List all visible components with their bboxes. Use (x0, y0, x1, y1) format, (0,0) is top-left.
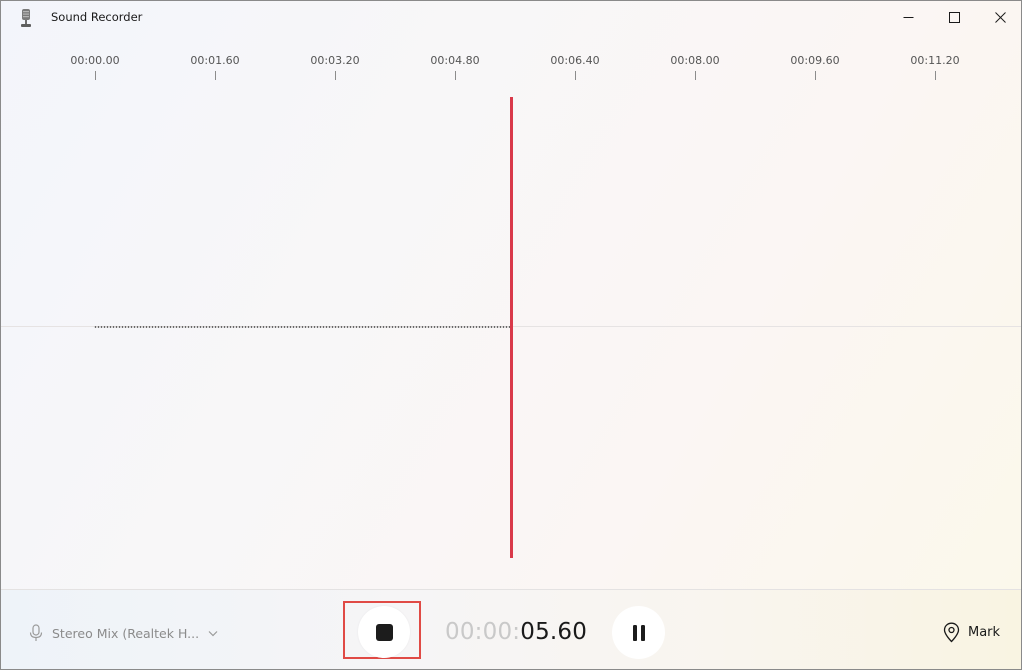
tick-label: 00:11.20 (910, 54, 960, 67)
close-button[interactable] (977, 1, 1021, 33)
recorder-controls-bar: Stereo Mix (Realtek H... 00:00:05.60 Mar… (1, 589, 1021, 669)
tick-label: 00:06.40 (550, 54, 600, 67)
timeline-ruler[interactable]: 00:00.00 00:01.60 00:03.20 00:04.80 00:0… (1, 51, 1021, 91)
stop-icon (375, 623, 393, 641)
tick-mark (694, 71, 696, 80)
maximize-icon (948, 11, 960, 23)
tick-mark (934, 71, 936, 80)
title-bar: Sound Recorder (1, 1, 1021, 35)
stop-recording-button[interactable] (358, 606, 410, 658)
timer-prefix: 00:00: (445, 619, 521, 645)
timeline-tick: 00:03.20 (295, 51, 375, 80)
tick-mark (334, 71, 336, 80)
timeline-tick: 00:01.60 (175, 51, 255, 80)
mark-label: Mark (968, 624, 1001, 640)
tick-label: 00:03.20 (310, 54, 360, 67)
sound-recorder-window: Sound Recorder 00:00.00 00:01.60 00:03.2… (0, 0, 1022, 670)
maximize-button[interactable] (931, 1, 977, 33)
timeline-tick: 00:06.40 (535, 51, 615, 80)
minimize-icon (903, 16, 913, 18)
chevron-down-icon (208, 630, 218, 636)
playhead[interactable] (510, 97, 513, 558)
timeline-tick: 00:09.60 (775, 51, 855, 80)
tick-mark (94, 71, 96, 80)
close-icon (994, 11, 1006, 23)
waveform-trace (94, 326, 512, 328)
timeline-tick: 00:08.00 (655, 51, 735, 80)
tick-label: 00:04.80 (430, 54, 480, 67)
input-device-selector[interactable]: Stereo Mix (Realtek H... (29, 622, 218, 644)
timer-value: 05.60 (520, 619, 588, 645)
timeline-tick: 00:11.20 (895, 51, 975, 80)
tick-label: 00:09.60 (790, 54, 840, 67)
recording-timer: 00:00:05.60 (445, 617, 587, 647)
mark-button[interactable]: Mark (943, 620, 1000, 644)
location-pin-icon (943, 622, 960, 642)
microphone-app-icon (21, 9, 31, 27)
minimize-button[interactable] (885, 1, 931, 33)
tick-mark (814, 71, 816, 80)
timeline-tick: 00:00.00 (55, 51, 135, 80)
tick-label: 00:08.00 (670, 54, 720, 67)
pause-icon (632, 624, 645, 641)
window-title: Sound Recorder (51, 10, 143, 24)
tick-mark (214, 71, 216, 80)
tick-mark (574, 71, 576, 80)
tick-mark (454, 71, 456, 80)
input-device-label: Stereo Mix (Realtek H... (52, 625, 200, 641)
microphone-icon (29, 624, 43, 641)
tick-label: 00:00.00 (70, 54, 120, 67)
timeline-tick: 00:04.80 (415, 51, 495, 80)
tick-label: 00:01.60 (190, 54, 240, 67)
waveform-area (1, 97, 1021, 559)
pause-recording-button[interactable] (612, 606, 665, 659)
